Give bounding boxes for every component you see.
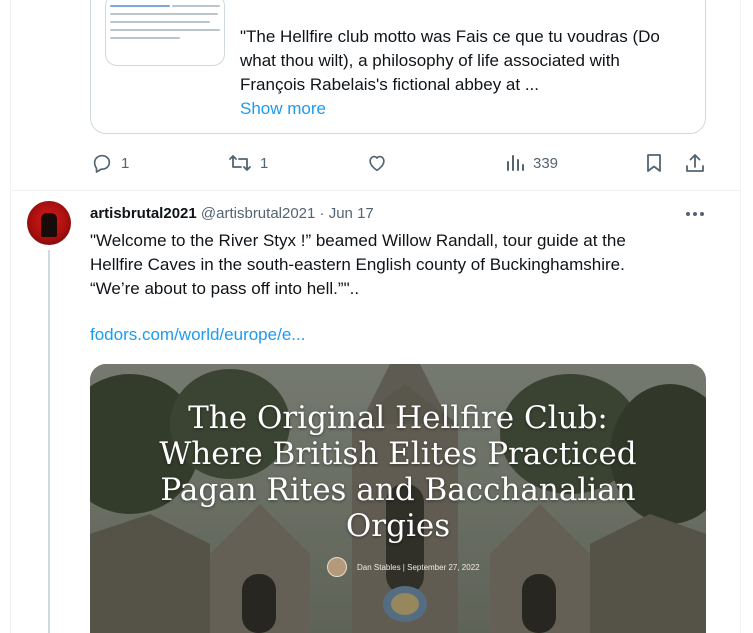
views-icon (507, 155, 524, 171)
more-options-button[interactable] (684, 206, 706, 222)
display-name[interactable]: artisbrutal2021 (90, 205, 197, 222)
bookmark-icon (647, 154, 661, 172)
more-icon (686, 212, 704, 216)
article-headline: The Original Hellfire Club: Where Britis… (90, 400, 706, 544)
byline-text: Dan Stables | September 27, 2022 (357, 562, 480, 572)
avatar[interactable] (27, 201, 71, 245)
tweet-text: "Welcome to the River Styx !” beamed Wil… (90, 229, 700, 301)
share-button[interactable] (684, 146, 706, 180)
headline-line: Where British Elites Practiced (159, 436, 637, 472)
repost-button[interactable]: 1 (228, 146, 268, 180)
show-more-link[interactable]: Show more (240, 97, 680, 121)
bookmark-button[interactable] (644, 146, 664, 180)
views-count: 339 (533, 154, 559, 172)
tweet-text-line: “We’re about to pass off into hell.”".. (90, 279, 360, 298)
tweet-text-line: Hellfire Caves in the south-eastern Engl… (90, 255, 625, 274)
tweet-date[interactable]: Jun 17 (329, 205, 374, 222)
article-link[interactable]: fodors.com/world/europe/e... (90, 323, 305, 347)
repost-icon (229, 155, 251, 171)
link-card-image[interactable]: The Original Hellfire Club: Where Britis… (90, 364, 706, 633)
reply-icon (93, 154, 111, 173)
reply-button[interactable]: 1 (91, 146, 129, 180)
quoted-tweet-body: "The Hellfire club motto was Fais ce que… (240, 27, 660, 94)
timeline-left-border (10, 0, 11, 633)
views-button[interactable]: 339 (505, 146, 558, 180)
header-separator: · (319, 205, 325, 222)
tweet-header: artisbrutal2021 @artisbrutal2021 · Jun 1… (90, 204, 374, 224)
quoted-tweet-thumbnail[interactable] (105, 0, 225, 66)
tweet-action-bar: 1 1 339 (0, 146, 753, 180)
tweet-text-line: "Welcome to the River Styx !” beamed Wil… (90, 231, 626, 250)
headline-line: Pagan Rites and Bacchanalian (160, 472, 636, 508)
like-icon (369, 155, 385, 172)
repost-count: 1 (260, 154, 269, 172)
user-handle[interactable]: @artisbrutal2021 (201, 205, 315, 222)
like-button[interactable] (366, 146, 388, 180)
share-icon (686, 154, 704, 172)
author-avatar (327, 557, 347, 577)
article-byline: Dan Stables | September 27, 2022 (327, 557, 480, 577)
thread-connector-line (48, 250, 50, 633)
tweet-divider (10, 190, 740, 191)
headline-line: The Original Hellfire Club: (188, 400, 608, 436)
reply-count: 1 (121, 154, 130, 172)
quoted-tweet-text[interactable]: "The Hellfire club motto was Fais ce que… (240, 25, 680, 121)
timeline-right-border (740, 0, 741, 633)
headline-line: Orgies (345, 508, 451, 544)
